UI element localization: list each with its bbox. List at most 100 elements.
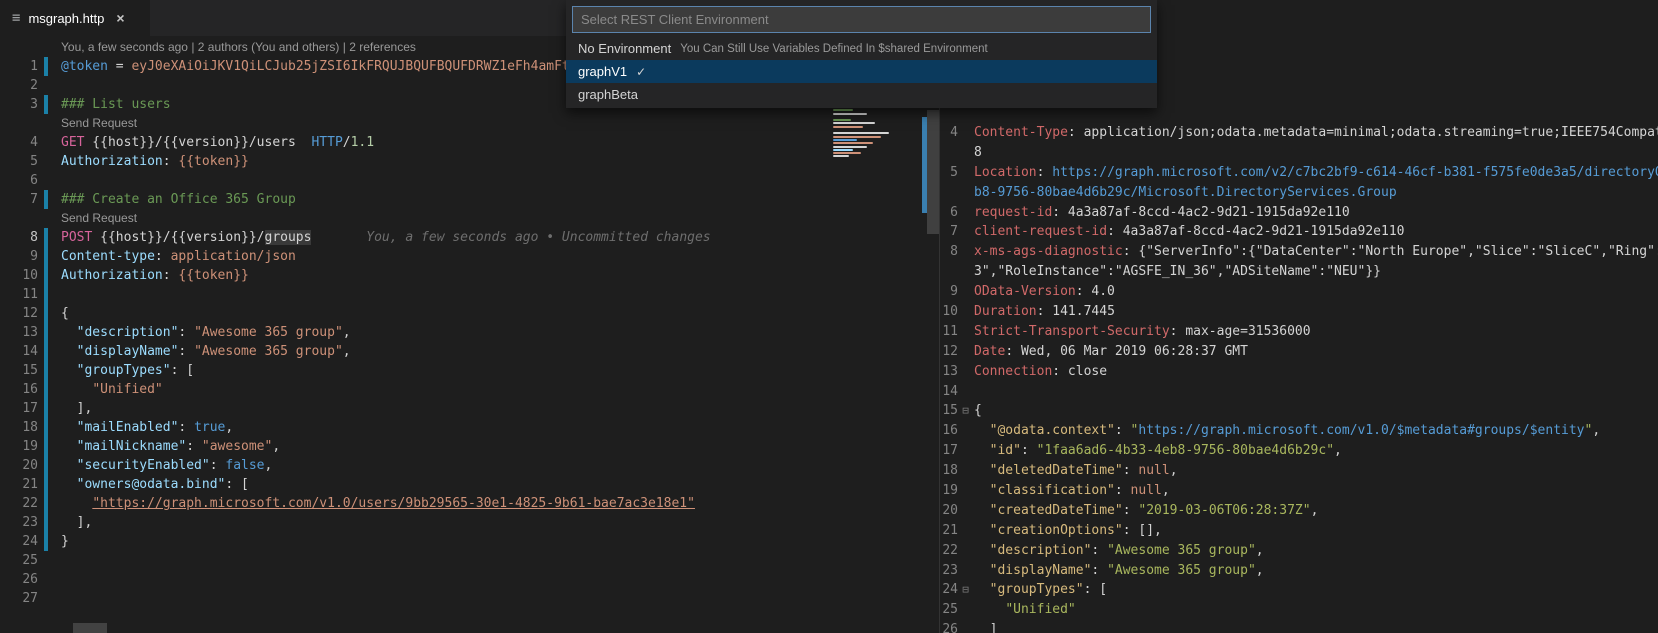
line-number [0,114,38,133]
code-token: : [], [1122,522,1162,538]
code-text: "@odata.context": "https://graph.microso… [973,421,1601,441]
tab-msgraph-http[interactable]: ≡ msgraph.http × [0,0,150,36]
code-line: 20 "createdDateTime": "2019-03-06T06:28:… [940,501,1658,521]
env-option-graphv1[interactable]: graphV1 ✓ [566,60,1157,83]
code-token: "deletedDateTime" [989,463,1123,479]
code-token: GET [61,135,85,150]
code-token: : [1091,542,1108,558]
code-token: Authorization [61,154,163,169]
env-option-no-environment[interactable]: No Environment You Can Still Use Variable… [566,37,1157,60]
code-line: 22 "description": "Awesome 365 group", [940,541,1658,561]
code-line: 9 OData-Version: 4.0 [940,282,1658,302]
code-line: b8-9756-80bae4d6b29c/Microsoft.Directory… [940,183,1658,203]
code-text: Authorization: {{token}} [48,266,249,285]
right-editor-lines: 4 Content-Type: application/json;odata.me… [940,36,1658,633]
code-token: , [1592,423,1601,439]
line-number [940,183,958,203]
line-number: 8 [30,230,38,245]
codelens-send-request[interactable]: Send Request [48,114,137,133]
line-number: 25 [22,553,38,568]
code-token: You, a few seconds ago • Uncommitted cha… [311,230,711,245]
line-number: 12 [22,306,38,321]
line-number: 17 [22,401,38,416]
code-token: : [ [1083,582,1108,598]
line-number: 26 [22,572,38,587]
code-token: : [1122,463,1139,479]
env-option-label: graphV1 [578,64,628,79]
http-response-editor[interactable]: 4 Content-Type: application/json;odata.me… [940,36,1658,633]
line-number: 26 [942,622,958,633]
code-token: , [342,344,351,359]
code-token: { [61,306,69,321]
code-token: ### List users [61,97,171,112]
code-token: Connection [974,363,1053,379]
codelens-send-request[interactable]: Send Request [48,209,137,228]
code-text: "groupTypes": [ [48,361,194,380]
code-token: "2019-03-06T06:28:37Z" [1138,502,1311,518]
fold-icon[interactable]: ⊟ [958,401,973,421]
code-token: : [1091,562,1108,578]
code-token: "createdDateTime" [989,502,1123,518]
fold-icon[interactable]: ⊟ [958,580,973,600]
line-number: 16 [22,382,38,397]
code-line: 26 [0,570,830,589]
code-token: : [1114,483,1131,499]
env-option-label: graphBeta [578,87,638,102]
vertical-scrollbar-thumb[interactable] [927,110,939,234]
line-number: 20 [22,458,38,473]
code-token: "Awesome 365 group" [194,344,343,359]
line-number: 21 [942,522,958,538]
code-token: , [1161,483,1170,499]
http-request-editor[interactable]: You, a few seconds ago | 2 authors (You … [0,36,830,633]
code-text: b8-9756-80bae4d6b29c/Microsoft.Directory… [973,183,1397,203]
line-number: 9 [30,249,38,264]
code-token: Authorization [61,268,163,283]
code-token: b8-9756-80bae4d6b29c/Microsoft.Directory… [974,184,1397,200]
code-line: 6 [0,171,830,190]
code-token: : 141.7445 [1036,304,1115,320]
line-number: 22 [942,542,958,558]
minimap-line [833,142,873,145]
code-token: 3","RoleInstance":"AGSFE_IN_36","ADSiteN… [974,264,1381,280]
code-token: "owners@odata.bind" [76,477,226,492]
code-text: "displayName": "Awesome 365 group", [973,561,1264,581]
code-token: "Awesome 365 group" [194,325,343,340]
code-token: "groupTypes" [76,363,171,378]
code-line: 4 GET {{host}}/{{version}}/users HTTP/1.1 [0,133,830,152]
code-token: You, a few seconds ago | 2 authors (You … [61,40,416,54]
codelens-blame[interactable]: You, a few seconds ago | 2 authors (You … [48,38,416,57]
code-token: : [178,325,195,340]
code-token: : [162,154,179,169]
code-token: https://graph.microsoft.com/v1.0/$metada… [1138,423,1585,439]
env-option-graphbeta[interactable]: graphBeta [566,83,1157,106]
code-token: : [ [225,477,249,492]
minimap-line [833,148,853,151]
code-line: 12 Date: Wed, 06 Mar 2019 06:28:37 GMT [940,342,1658,362]
environment-list: No Environment You Can Still Use Variable… [566,37,1157,106]
line-number: 23 [22,515,38,530]
code-text: "Unified" [48,380,162,399]
tab-close-icon[interactable]: × [116,10,124,26]
code-line: 21 "creationOptions": [], [940,521,1658,541]
horizontal-scrollbar-thumb[interactable] [73,623,107,633]
environment-input[interactable] [572,6,1151,33]
code-token: {{host}}/{{version}}/users [84,135,312,150]
line-number: 18 [22,420,38,435]
minimap[interactable] [830,36,922,633]
line-number: 2 [30,78,38,93]
env-option-label: No Environment [578,41,672,56]
code-text: Date: Wed, 06 Mar 2019 06:28:37 GMT [973,342,1248,362]
code-token: application/json [170,249,296,264]
